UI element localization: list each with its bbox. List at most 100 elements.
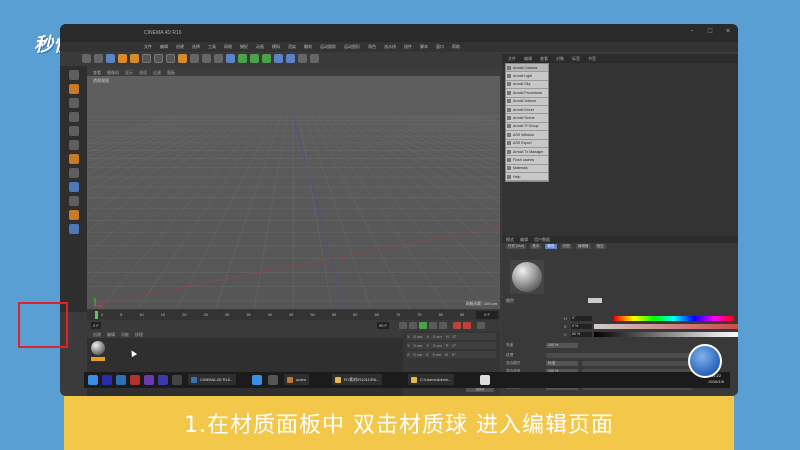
value-value[interactable]: 80 % (571, 332, 592, 337)
current-frame-field[interactable]: 0 F (476, 311, 498, 319)
param-slider[interactable] (546, 352, 696, 358)
playhead-marker[interactable] (95, 311, 98, 319)
menu-item-0[interactable]: 文件 (144, 42, 152, 52)
coordinate-value[interactable]: 0° (452, 343, 456, 348)
taskbar-item[interactable]: ucam (284, 374, 309, 385)
coordinate-value[interactable]: 0 cm (433, 334, 442, 339)
viewport-menu-item-4[interactable]: 过滤 (153, 69, 161, 76)
attribute-chip-2[interactable]: 光照 (560, 244, 572, 249)
menu-item-4[interactable]: 工具 (208, 42, 216, 52)
object-panel-tab-3[interactable]: 对象 (556, 54, 564, 63)
menu-item-7[interactable]: 动画 (256, 42, 264, 52)
attribute-tab-1[interactable]: 编辑 (520, 236, 528, 243)
material-menu-item-2[interactable]: 功能 (121, 331, 129, 338)
menu-item-10[interactable]: 雕刻 (304, 42, 312, 52)
close-button[interactable]: × (722, 27, 734, 37)
start-frame-field[interactable]: 0 F (91, 322, 101, 329)
coordinate-value[interactable]: 0° (453, 334, 457, 339)
make-editable-icon[interactable] (69, 70, 79, 80)
attribute-chip-1[interactable]: 颜色 (545, 244, 557, 249)
dropdown-item[interactable]: Materials (506, 165, 548, 174)
dropdown-item[interactable]: Arnold Camera (506, 64, 548, 73)
app-icon[interactable] (268, 375, 278, 385)
array-icon[interactable] (262, 54, 271, 63)
z-axis-icon[interactable] (166, 54, 175, 63)
timeline-ruler[interactable]: 051015202530354045505560657075808590 0 F (87, 310, 500, 320)
dropdown-item[interactable]: Arnold Tf Group (506, 123, 548, 132)
v-app-icon[interactable] (480, 375, 490, 385)
arnold-menu-dropdown[interactable]: Arnold Camera Arnold Light Arnold Sky Arnol… (505, 63, 549, 183)
menu-item-5[interactable]: 网格 (224, 42, 232, 52)
menu-item-11[interactable]: 运动跟踪 (320, 42, 336, 52)
object-panel-tab-1[interactable]: 编辑 (524, 54, 532, 63)
value-slider[interactable] (594, 332, 738, 337)
coordinate-value[interactable]: 0 cm (433, 343, 442, 348)
attribute-chip-0[interactable]: 基本 (530, 244, 542, 249)
menu-item-8[interactable]: 模拟 (272, 42, 280, 52)
perspective-viewport[interactable]: 查看 摄像机 显示 选项 过滤 面板 透视视图 网格间距: 100 cm (87, 69, 500, 309)
coordinate-value[interactable]: 0° (452, 352, 456, 357)
snap-icon[interactable] (69, 182, 79, 192)
taskbar-item[interactable]: CINEMA 4D R16... (188, 374, 237, 385)
dropdown-item[interactable]: Arnold Procedural (506, 89, 548, 98)
menu-item-3[interactable]: 选择 (192, 42, 200, 52)
scale-tool-icon[interactable] (118, 54, 127, 63)
coordinate-value[interactable]: 0 cm (414, 334, 423, 339)
menu-item-12[interactable]: 运动图形 (344, 42, 360, 52)
sculpt-icon[interactable] (69, 210, 79, 220)
x-axis-icon[interactable] (142, 54, 151, 63)
saturation-value[interactable]: 0 % (571, 324, 592, 329)
browser-icon[interactable] (252, 375, 262, 385)
viewport-menu-item-3[interactable]: 选项 (139, 69, 147, 76)
object-panel-tab-4[interactable]: 标签 (572, 54, 580, 63)
render-picture-icon[interactable] (202, 54, 211, 63)
taskbar-item[interactable]: C:\Users\Admin... (408, 374, 455, 385)
dropdown-item[interactable]: Arnold Scene (506, 114, 548, 123)
menu-item-9[interactable]: 渲染 (288, 42, 296, 52)
render-settings-icon[interactable] (214, 54, 223, 63)
polygons-mode-icon[interactable] (69, 154, 79, 164)
photoshop-icon[interactable] (116, 375, 126, 385)
color-swatch[interactable] (588, 298, 602, 303)
menu-item-6[interactable]: 捕捉 (240, 42, 248, 52)
go-to-start-icon[interactable] (399, 322, 407, 329)
render-view-icon[interactable] (190, 54, 199, 63)
quantize-icon[interactable] (69, 224, 79, 234)
brightness-value[interactable]: 100 % (546, 342, 578, 348)
illustrator-icon[interactable] (158, 375, 168, 385)
menu-item-17[interactable]: 窗口 (436, 42, 444, 52)
menu-item-18[interactable]: 帮助 (452, 42, 460, 52)
move-tool-icon[interactable] (106, 54, 115, 63)
points-mode-icon[interactable] (69, 126, 79, 136)
coordinate-value[interactable]: 0 cm (414, 343, 423, 348)
lock-workplane-icon[interactable] (69, 196, 79, 206)
object-panel-tab-5[interactable]: 书签 (588, 54, 596, 63)
dropdown-item[interactable]: Arnold Volume (506, 98, 548, 106)
menu-item-14[interactable]: 流水线 (384, 42, 396, 52)
attribute-chip-4[interactable]: 指定 (594, 244, 606, 249)
flash-icon[interactable] (130, 375, 140, 385)
texture-mode-icon[interactable] (69, 98, 79, 108)
minimize-button[interactable]: - (686, 27, 698, 37)
dropdown-item[interactable]: ASS Window (506, 131, 548, 140)
next-key-icon[interactable] (429, 322, 437, 329)
param-value[interactable]: 标准 (546, 360, 578, 366)
coordinate-value[interactable]: 0 cm (413, 352, 422, 357)
edges-mode-icon[interactable] (69, 140, 79, 150)
camera-icon[interactable] (298, 54, 307, 63)
dropdown-item[interactable]: Arnold Tx Manager (506, 148, 548, 157)
c4d-pin-icon[interactable] (172, 375, 182, 385)
attribute-chip-3[interactable]: 编辑器 (575, 244, 591, 249)
cube-icon[interactable] (226, 54, 235, 63)
light-icon[interactable] (310, 54, 319, 63)
viewport-menu-item-5[interactable]: 面板 (167, 69, 175, 76)
dropdown-item[interactable]: Arnold Driver (506, 106, 548, 115)
hue-slider[interactable] (614, 316, 734, 321)
material-menu-item-1[interactable]: 编辑 (107, 331, 115, 338)
menu-item-2[interactable]: 创建 (176, 42, 184, 52)
y-axis-icon[interactable] (154, 54, 163, 63)
dropdown-item[interactable]: ASS Export (506, 140, 548, 148)
material-name-label[interactable] (91, 357, 105, 361)
after-effects-icon[interactable] (144, 375, 154, 385)
hue-value[interactable]: 0° (571, 316, 592, 321)
